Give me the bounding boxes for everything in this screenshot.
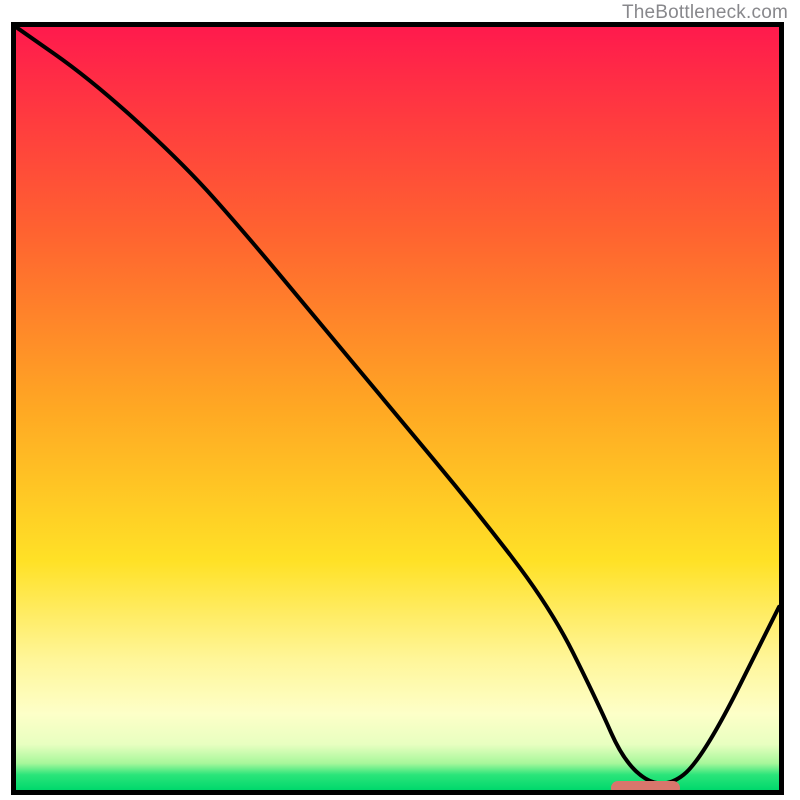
bottleneck-curve: [16, 27, 779, 790]
curve-line: [16, 27, 779, 783]
optimal-range-marker: [611, 781, 680, 795]
chart-plot-area: [11, 22, 784, 795]
watermark-text: TheBottleneck.com: [622, 2, 788, 24]
